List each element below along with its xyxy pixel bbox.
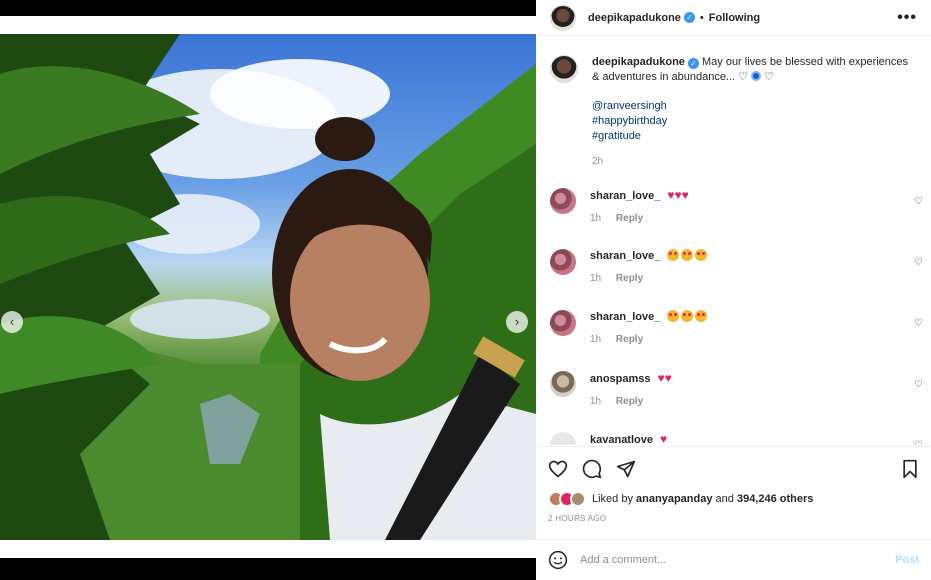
post-header: deepikapadukone ✓ • Following •••: [536, 0, 931, 36]
emoji-smiley-icon[interactable]: [548, 550, 568, 570]
heart-eyes-emoji-icon: [667, 249, 709, 262]
mention-link[interactable]: @ranveersingh: [592, 99, 910, 114]
share-paper-plane-icon[interactable]: [616, 459, 636, 479]
liked-by-and: and: [715, 493, 734, 505]
commenter-username[interactable]: sharan_love_: [590, 311, 660, 323]
photo-scene: [0, 34, 536, 540]
post-photo[interactable]: ‹ ›: [0, 34, 536, 540]
more-horizontal-icon[interactable]: •••: [897, 9, 917, 27]
comments-list[interactable]: deepikapadukone ✓ May our lives be blesse…: [536, 41, 931, 445]
verified-badge-icon: ✓: [683, 12, 695, 23]
post-caption: deepikapadukone ✓ May our lives be blesse…: [536, 41, 931, 169]
heart-eyes-emoji-icon: [667, 310, 709, 323]
comment-time: 1h: [590, 334, 602, 345]
media-top-band: [0, 16, 536, 34]
liked-by-others-link[interactable]: 394,246 others: [737, 493, 813, 505]
comment-item: sharan_love_ ♥♥♥ 1h Reply ♡: [536, 188, 931, 224]
commenter-username[interactable]: kavanatlove: [590, 434, 653, 445]
liked-by-prefix: Liked by: [592, 493, 633, 505]
post-actions: Liked by ananyapanday and 394,246 others…: [536, 446, 931, 523]
like-comment-heart-icon[interactable]: ♡: [914, 318, 923, 329]
comment-item: anospamss ♥♥ 1h Reply ♡: [536, 371, 931, 407]
white-heart-emoji-icon: ♡: [764, 71, 775, 83]
commenter-username[interactable]: sharan_love_: [590, 190, 660, 202]
like-comment-heart-icon[interactable]: ♡: [914, 440, 923, 445]
like-comment-heart-icon[interactable]: ♡: [914, 379, 923, 390]
next-photo-button[interactable]: ›: [506, 311, 528, 333]
evil-eye-emoji-icon: [751, 71, 762, 81]
save-bookmark-icon[interactable]: [901, 459, 919, 479]
comment-item: sharan_love_ 1h Reply ♡: [536, 310, 931, 345]
comment-input[interactable]: [580, 554, 896, 566]
reply-button[interactable]: Reply: [616, 213, 643, 224]
commenter-avatar[interactable]: [550, 188, 576, 214]
white-heart-emoji-icon: ♡: [738, 71, 749, 83]
reply-button[interactable]: Reply: [616, 334, 643, 345]
author-username[interactable]: deepikapadukone: [588, 12, 681, 24]
post-side-panel: deepikapadukone ✓ • Following ••• deepik…: [536, 0, 931, 580]
commenter-avatar[interactable]: [550, 432, 576, 445]
caption-author-avatar[interactable]: [550, 55, 578, 83]
reply-button[interactable]: Reply: [616, 396, 643, 407]
red-heart-emoji-icon: ♥: [660, 432, 668, 445]
red-heart-emoji-icon: ♥♥♥: [667, 188, 689, 202]
comment-icon[interactable]: [582, 459, 602, 479]
caption-time: 2h: [592, 156, 604, 167]
like-comment-heart-icon[interactable]: ♡: [914, 196, 923, 207]
hashtag-link-happybirthday[interactable]: #happybirthday: [592, 114, 910, 129]
verified-badge-icon: ✓: [687, 58, 699, 69]
liker-avatar[interactable]: [570, 491, 586, 507]
commenter-avatar[interactable]: [550, 249, 576, 275]
hashtag-link-gratitude[interactable]: #gratitude: [592, 129, 910, 144]
comment-item: sharan_love_ 1h Reply ♡: [536, 249, 931, 284]
liker-avatars: [548, 491, 586, 507]
author-avatar[interactable]: [550, 4, 576, 31]
post-comment-button[interactable]: Post: [895, 554, 919, 566]
add-comment-bar: Post: [536, 539, 931, 580]
comment-item: kavanatlove ♥ ♡: [536, 432, 931, 445]
liked-by-user-link[interactable]: ananyapanday: [636, 493, 712, 505]
posted-time: 2 HOURS AGO: [548, 514, 607, 523]
commenter-username[interactable]: anospamss: [590, 373, 651, 385]
commenter-username[interactable]: sharan_love_: [590, 250, 660, 262]
previous-photo-button[interactable]: ‹: [1, 311, 23, 333]
comment-time: 1h: [590, 396, 602, 407]
header-separator: •: [699, 11, 704, 24]
comment-time: 1h: [590, 273, 602, 284]
post-media-panel: ‹ ›: [0, 0, 536, 580]
caption-username[interactable]: deepikapadukone: [592, 56, 685, 68]
reply-button[interactable]: Reply: [616, 273, 643, 284]
commenter-avatar[interactable]: [550, 310, 576, 336]
like-heart-icon[interactable]: [548, 459, 568, 479]
media-bottom-band: [0, 540, 536, 558]
following-button[interactable]: Following: [709, 12, 760, 24]
red-heart-emoji-icon: ♥♥: [657, 371, 672, 385]
comment-time: 1h: [590, 213, 602, 224]
like-comment-heart-icon[interactable]: ♡: [914, 257, 923, 268]
liked-by-row: Liked by ananyapanday and 394,246 others: [548, 491, 919, 507]
commenter-avatar[interactable]: [550, 371, 576, 397]
